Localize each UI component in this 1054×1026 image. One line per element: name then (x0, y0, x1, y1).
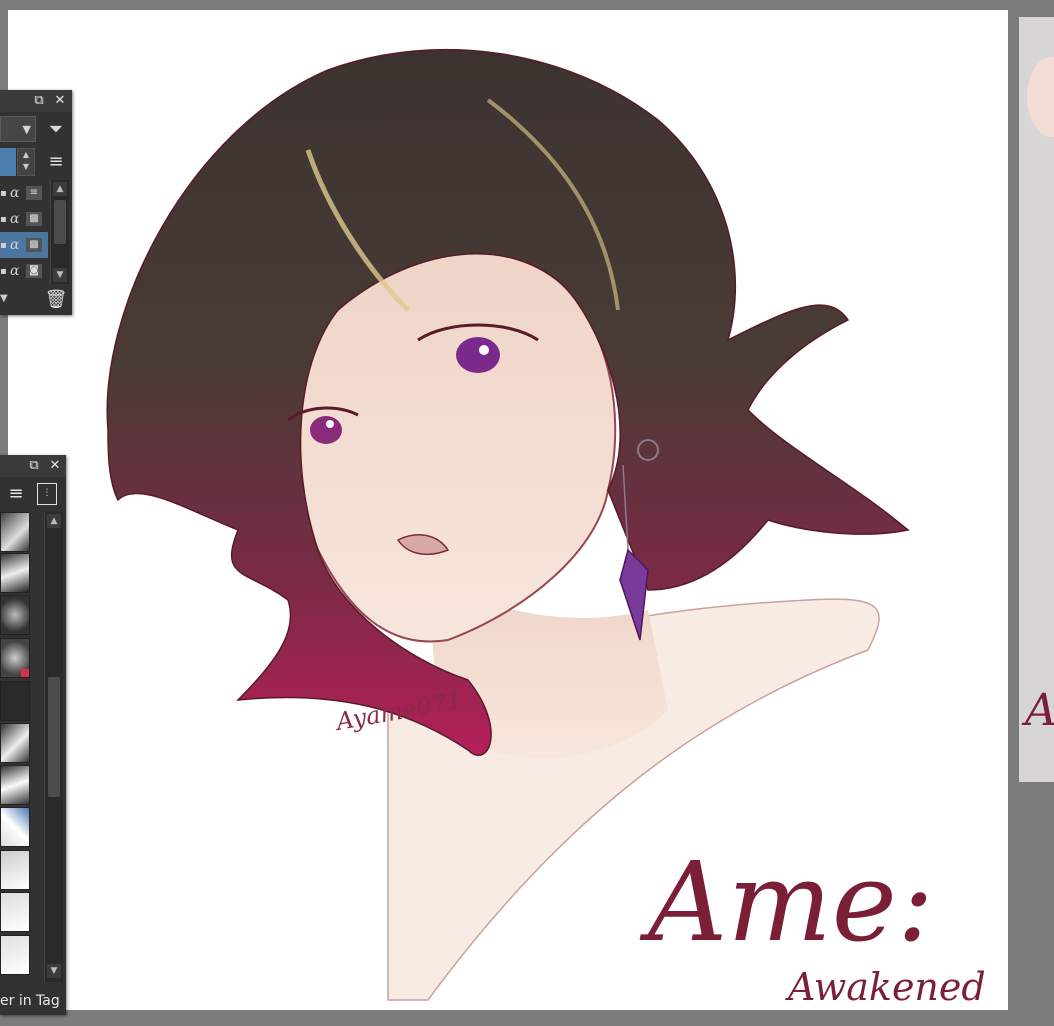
brush-presets-docker: ⧉ ✕ ≡ ⋮ ▲ ▼ er in Tag (0, 455, 66, 1015)
close-icon[interactable]: ✕ (47, 458, 63, 474)
lock-icon[interactable]: ▪ (0, 266, 8, 277)
chevron-down-icon[interactable]: ▼ (0, 293, 8, 304)
blend-mode-select[interactable]: ▼ (0, 116, 36, 142)
workspace: Ayame071 Ame: Awakened A ⧉ ✕ ▼ ⏷ ▲ ▼ ≡ ▪ … (0, 0, 1054, 1026)
chevron-down-icon: ▼ (22, 123, 31, 136)
lock-icon[interactable]: ▪ (0, 240, 8, 251)
layers-docker: ⧉ ✕ ▼ ⏷ ▲ ▼ ≡ ▪ α ≡ ▪ α ▩ ▪ α ▩ ▪ α ◙ ▲ … (0, 90, 72, 315)
docker-titlebar: ⧉ ✕ (0, 455, 66, 477)
lock-icon[interactable]: ▪ (0, 188, 8, 199)
brush-preset[interactable] (0, 595, 30, 635)
layers-scrollbar[interactable]: ▲ ▼ (50, 180, 69, 284)
layer-row[interactable]: ▪ α ▩ (0, 206, 48, 232)
scroll-down-icon[interactable]: ▼ (47, 964, 61, 978)
docker-titlebar: ⧉ ✕ (0, 90, 72, 112)
scroll-up-icon[interactable]: ▲ (47, 514, 61, 528)
pencil-preset[interactable] (0, 935, 30, 975)
float-icon[interactable]: ⧉ (31, 93, 47, 109)
layer-row[interactable]: ▪ α ≡ (0, 180, 48, 206)
reference-title-fragment: A (1025, 685, 1054, 736)
brush-preset[interactable] (0, 512, 30, 552)
pen-preset[interactable] (0, 892, 30, 932)
preset-view-icon[interactable]: ⋮ (37, 483, 57, 505)
brush-preset[interactable] (0, 638, 30, 678)
hamburger-menu-icon[interactable]: ≡ (6, 484, 26, 504)
layer-type-icon: ◙ (26, 264, 42, 278)
trash-icon[interactable]: 🗑 (44, 289, 68, 311)
scroll-thumb[interactable] (48, 677, 60, 797)
alpha-lock-icon[interactable]: α (10, 185, 24, 201)
artwork: Ayame071 Ame: Awakened (106, 48, 986, 1009)
reference-image-panel[interactable]: A (1019, 17, 1054, 782)
alpha-lock-icon[interactable]: α (10, 263, 24, 279)
pen-preset[interactable] (0, 850, 30, 890)
close-icon[interactable]: ✕ (52, 93, 68, 109)
float-icon[interactable]: ⧉ (26, 458, 42, 474)
lock-icon[interactable]: ▪ (0, 214, 8, 225)
hamburger-menu-icon[interactable]: ≡ (44, 150, 68, 174)
layer-type-icon: ▩ (26, 212, 42, 226)
scroll-thumb[interactable] (54, 200, 66, 244)
alpha-lock-icon[interactable]: α (10, 211, 24, 227)
eraser-preset[interactable] (0, 807, 30, 847)
layer-type-icon: ▩ (26, 238, 42, 252)
drawing-canvas[interactable]: Ayame071 Ame: Awakened (8, 10, 1008, 1010)
brush-preset[interactable] (0, 723, 30, 763)
right-eye (456, 337, 500, 373)
alpha-lock-icon[interactable]: α (10, 237, 24, 253)
scroll-up-icon[interactable]: ▲ (53, 182, 67, 196)
scroll-down-icon[interactable]: ▼ (53, 268, 67, 282)
reference-face-thumbnail (1027, 57, 1054, 137)
subtitle-script: Awakened (785, 965, 986, 1009)
filter-icon[interactable]: ⏷ (44, 118, 68, 142)
layer-type-icon: ≡ (26, 186, 42, 200)
layer-row-selected[interactable]: ▪ α ▩ (0, 232, 48, 258)
tag-filter-label[interactable]: er in Tag (0, 987, 66, 1015)
brush-preset[interactable] (0, 765, 30, 805)
left-eye (310, 416, 342, 444)
brush-preset[interactable] (0, 681, 30, 721)
layers-toolbar: ▼ 🗑 (0, 286, 72, 314)
layer-row[interactable]: ▪ α ◙ (0, 258, 48, 284)
opacity-field[interactable] (0, 148, 16, 176)
title-script: Ame: (639, 838, 934, 966)
presets-scrollbar[interactable]: ▲ ▼ (44, 512, 63, 982)
brush-preset[interactable] (0, 553, 30, 593)
opacity-spinner[interactable]: ▲ ▼ (17, 148, 35, 176)
